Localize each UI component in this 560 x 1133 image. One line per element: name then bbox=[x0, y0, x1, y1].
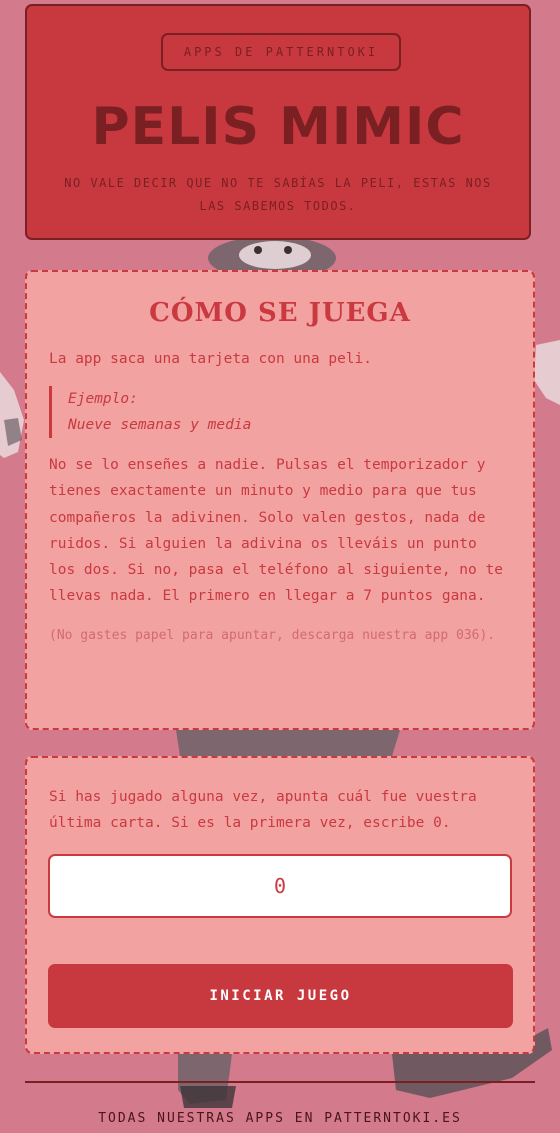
how-to-play-title: CÓMO SE JUEGA bbox=[149, 298, 411, 328]
brand-badge: APPS DE PATTERNTOKI bbox=[161, 33, 401, 71]
footer-apps-link[interactable]: TODAS NUESTRAS APPS EN PATTERNTOKI.ES bbox=[0, 1111, 560, 1126]
footer-divider bbox=[25, 1081, 535, 1083]
example-label: Ejemplo: bbox=[68, 391, 138, 407]
last-card-input[interactable] bbox=[48, 854, 512, 918]
example-movie: Nueve semanas y media bbox=[68, 417, 252, 433]
example-quote: Ejemplo: Nueve semanas y media bbox=[49, 386, 511, 438]
how-to-play-card: CÓMO SE JUEGA La app saca una tarjeta co… bbox=[25, 270, 535, 730]
app-tagline: NO VALE DECIR QUE NO TE SABÍAS LA PELI, … bbox=[64, 176, 492, 213]
rules-body-text: No se lo enseñes a nadie. Pulsas el temp… bbox=[49, 457, 503, 605]
start-game-button[interactable]: INICIAR JUEGO bbox=[48, 964, 513, 1028]
header-card: APPS DE PATTERNTOKI PELIS MIMIC NO VALE … bbox=[25, 4, 531, 240]
app-title: PELIS MIMIC bbox=[91, 97, 465, 157]
rules-intro-text: La app saca una tarjeta con una peli. bbox=[49, 351, 373, 367]
last-card-prompt: Si has jugado alguna vez, apunta cuál fu… bbox=[49, 789, 477, 831]
rules-note-text: (No gastes papel para apuntar, descarga … bbox=[49, 627, 496, 643]
start-game-card: Si has jugado alguna vez, apunta cuál fu… bbox=[25, 756, 535, 1054]
